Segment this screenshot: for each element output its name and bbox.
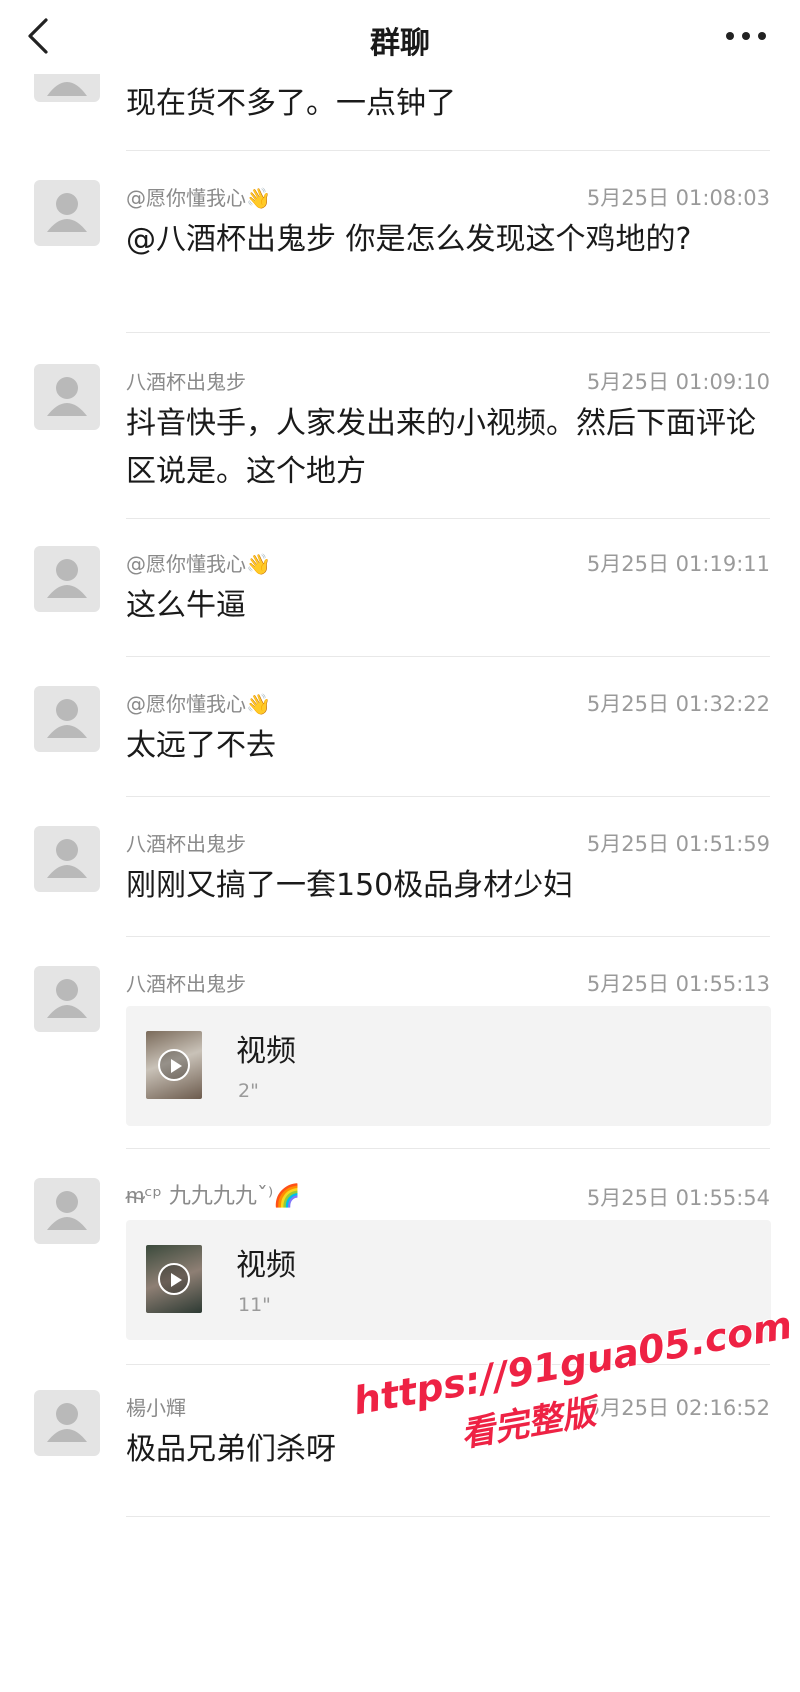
play-icon <box>158 1049 190 1081</box>
message-time: 5月25日 01:32:22 <box>586 692 770 716</box>
video-label: 视频 <box>236 1248 296 1283</box>
sender-name: 八酒杯出鬼步 <box>126 832 246 856</box>
message-text: 这么牛逼 <box>126 588 246 623</box>
default-avatar-icon[interactable] <box>34 966 100 1032</box>
sender-name: @愿你懂我心👋 <box>126 186 271 210</box>
video-label: 视频 <box>236 1034 296 1069</box>
sender-name: ᵯᶜᵖ 九九九九ˇ⁾🌈 <box>126 1184 301 1209</box>
message-time: 5月25日 01:09:10 <box>586 370 770 394</box>
default-avatar-icon[interactable] <box>34 364 100 430</box>
message-divider <box>126 1148 770 1149</box>
sender-name: @愿你懂我心👋 <box>126 552 271 576</box>
message-time: 5月25日 01:55:13 <box>586 972 770 996</box>
default-avatar-icon[interactable] <box>34 826 100 892</box>
message-divider <box>126 518 770 519</box>
default-avatar-icon[interactable] <box>34 1390 100 1456</box>
page-title: 群聊 <box>370 26 430 61</box>
default-avatar-icon[interactable] <box>34 180 100 246</box>
video-message-card[interactable]: 视频 2" <box>126 1006 771 1126</box>
message-text: 抖音快手，人家发出来的小视频。然后下面评论区说是。这个地方 <box>126 406 756 489</box>
sender-name: 八酒杯出鬼步 <box>126 972 246 996</box>
message-time: 5月25日 01:51:59 <box>586 832 770 856</box>
default-avatar-icon[interactable] <box>34 546 100 612</box>
nav-bar: 群聊 <box>0 0 800 74</box>
message-divider <box>126 1516 770 1517</box>
message-divider <box>126 656 770 657</box>
more-button[interactable] <box>722 18 770 54</box>
video-thumbnail <box>146 1245 202 1313</box>
default-avatar-icon[interactable] <box>34 1178 100 1244</box>
message-divider <box>126 936 770 937</box>
video-thumbnail <box>146 1031 202 1099</box>
message-time: 5月25日 01:19:11 <box>586 552 770 576</box>
message-text: 现在货不多了。一点钟了 <box>126 86 456 121</box>
sender-name: 八酒杯出鬼步 <box>126 370 246 394</box>
message-divider <box>126 332 770 333</box>
video-duration: 11" <box>238 1294 271 1316</box>
message-text: 刚刚又搞了一套150极品身材少妇 <box>126 868 574 903</box>
video-duration: 2" <box>238 1080 259 1102</box>
message-divider <box>126 150 770 151</box>
message-time: 5月25日 01:08:03 <box>586 186 770 210</box>
play-icon <box>158 1263 190 1295</box>
default-avatar-icon[interactable] <box>34 686 100 752</box>
sender-name: 楊小輝 <box>126 1396 186 1420</box>
more-dots-icon <box>726 32 766 40</box>
sender-name: @愿你懂我心👋 <box>126 692 271 716</box>
message-divider <box>126 796 770 797</box>
message-text: @八酒杯出鬼步 你是怎么发现这个鸡地的? <box>126 222 692 257</box>
message-text: 太远了不去 <box>126 728 276 763</box>
message-time: 5月25日 01:55:54 <box>586 1186 770 1210</box>
